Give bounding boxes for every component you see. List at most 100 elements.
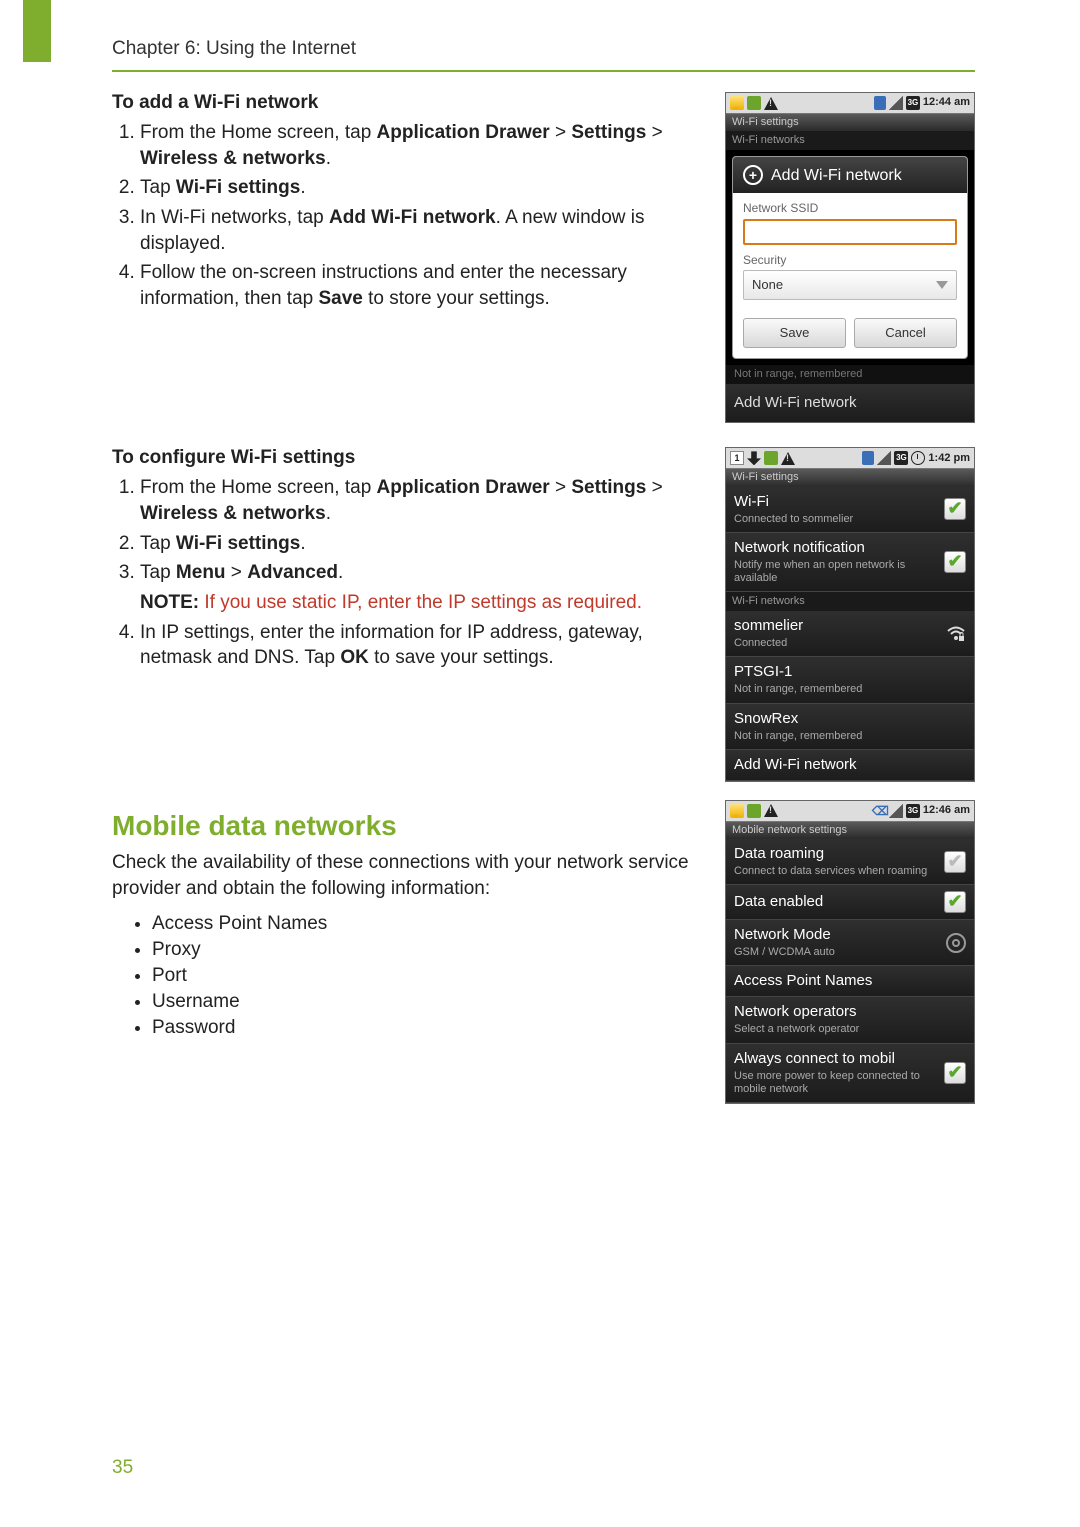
status-bar: ⌫ 3G 12:46 am — [726, 801, 974, 821]
step: In IP settings, enter the information fo… — [140, 620, 703, 671]
row-data-roaming[interactable]: Data roaming Connect to data services wh… — [726, 839, 974, 885]
signal-icon — [889, 804, 903, 818]
message-icon — [730, 804, 744, 818]
intro-text: Check the availability of these connecti… — [112, 850, 703, 903]
row-network-snowrex[interactable]: SnowRex Not in range, remembered — [726, 704, 974, 750]
info-bullet-list: Access Point Names Proxy Port Username P… — [112, 913, 703, 1039]
row-title: PTSGI-1 — [734, 663, 966, 681]
text: to save your settings. — [369, 647, 554, 668]
text: > — [550, 122, 572, 143]
text: In Wi-Fi networks, tap — [140, 207, 329, 228]
row-subtitle: Not in range, remembered — [734, 730, 966, 743]
bold: Wi-Fi settings — [176, 533, 300, 554]
screenshot-add-wifi-dialog: 3G 12:44 am Wi-Fi settings Wi-Fi network… — [725, 92, 975, 423]
text: . — [338, 562, 343, 583]
row-apn[interactable]: Access Point Names — [726, 966, 974, 997]
bold: Wi-Fi settings — [176, 177, 300, 198]
row-always-connect[interactable]: Always connect to mobil Use more power t… — [726, 1044, 974, 1103]
usb-icon — [747, 804, 761, 818]
row-title: Always connect to mobil — [734, 1050, 936, 1068]
text: . — [300, 533, 305, 554]
text: Tap — [140, 177, 176, 198]
cancel-button[interactable]: Cancel — [854, 318, 957, 348]
row-title: Network operators — [734, 1003, 966, 1021]
note: NOTE: If you use static IP, enter the IP… — [140, 590, 703, 616]
status-time: 12:46 am — [923, 804, 970, 817]
plus-icon: + — [743, 165, 763, 185]
dialog-header: + Add Wi-Fi network — [733, 157, 967, 193]
row-title: sommelier — [734, 617, 938, 635]
row-wifi-toggle[interactable]: Wi-Fi Connected to sommelier ✔ — [726, 487, 974, 533]
security-dropdown[interactable]: None — [743, 270, 957, 300]
status-bar: 1 3G 1:42 pm — [726, 448, 974, 468]
text: From the Home screen, tap — [140, 122, 377, 143]
note-leadin: NOTE: — [140, 592, 199, 613]
row-network-notification[interactable]: Network notification Notify me when an o… — [726, 533, 974, 592]
step: Tap Menu > Advanced. — [140, 560, 703, 586]
text: > — [226, 562, 248, 583]
titlebar: Mobile network settings — [726, 821, 974, 839]
bold: Application Drawer — [377, 122, 550, 143]
download-icon — [747, 451, 761, 465]
row-subtitle: Not in range, remembered — [734, 683, 966, 696]
sim-icon — [862, 451, 874, 465]
step: Tap Wi-Fi settings. — [140, 531, 703, 557]
list-item: Proxy — [152, 939, 703, 961]
checkbox-checked-icon[interactable]: ✔ — [944, 498, 966, 520]
list-item: Password — [152, 1017, 703, 1039]
page-green-tab — [23, 0, 51, 62]
list-item: Access Point Names — [152, 913, 703, 935]
ssid-input[interactable] — [743, 219, 957, 245]
ssid-label: Network SSID — [743, 201, 957, 215]
row-subtitle: Connect to data services when roaming — [734, 865, 936, 878]
text: > — [646, 477, 662, 498]
row-title: Data enabled — [734, 893, 936, 911]
text: > — [646, 122, 662, 143]
row-title: Network Mode — [734, 926, 938, 944]
row-network-sommelier[interactable]: sommelier Connected — [726, 611, 974, 657]
wifi-secure-icon — [946, 624, 966, 644]
checkbox-checked-icon[interactable]: ✔ — [944, 1062, 966, 1084]
radio-more-icon — [946, 933, 966, 953]
bold: Add Wi-Fi network — [329, 207, 496, 228]
steps-configure-wifi: From the Home screen, tap Application Dr… — [112, 475, 703, 586]
page-content: Chapter 6: Using the Internet To add a W… — [0, 0, 1080, 1104]
heading-mobile-data: Mobile data networks — [112, 810, 703, 842]
checkbox-unchecked-icon[interactable]: ✔ — [944, 851, 966, 873]
signal-icon — [877, 451, 891, 465]
bold: OK — [340, 647, 369, 668]
row-network-ptsgi[interactable]: PTSGI-1 Not in range, remembered — [726, 657, 974, 703]
dialog-title: Add Wi-Fi network — [771, 166, 902, 185]
bold: Menu — [176, 562, 226, 583]
signal-icon — [889, 96, 903, 110]
bold: Advanced — [247, 562, 338, 583]
row-title: Access Point Names — [734, 972, 966, 990]
titlebar: Wi-Fi settings — [726, 113, 974, 131]
row-network-mode[interactable]: Network Mode GSM / WCDMA auto — [726, 920, 974, 966]
row-subtitle: GSM / WCDMA auto — [734, 946, 938, 959]
network-3g-icon: 3G — [906, 804, 920, 818]
network-3g-icon: 3G — [906, 96, 920, 110]
text: Tap — [140, 533, 176, 554]
text: . — [326, 503, 331, 524]
row-subtitle: Use more power to keep connected to mobi… — [734, 1070, 936, 1096]
row-data-enabled[interactable]: Data enabled ✔ — [726, 885, 974, 920]
text: From the Home screen, tap — [140, 477, 377, 498]
bold: Save — [319, 288, 363, 309]
alarm-icon — [911, 451, 925, 465]
add-wifi-row[interactable]: Add Wi-Fi network — [726, 384, 974, 422]
titlebar: Wi-Fi settings — [726, 468, 974, 486]
save-button[interactable]: Save — [743, 318, 846, 348]
list-item: Username — [152, 991, 703, 1013]
warning-icon — [764, 804, 778, 817]
section-label: Wi-Fi networks — [726, 592, 974, 611]
row-subtitle: Select a network operator — [734, 1023, 966, 1036]
bold: Settings — [571, 122, 646, 143]
security-label: Security — [743, 253, 957, 267]
row-network-operators[interactable]: Network operators Select a network opera… — [726, 997, 974, 1043]
status-time: 1:42 pm — [928, 452, 970, 465]
row-add-wifi[interactable]: Add Wi-Fi network — [726, 750, 974, 781]
checkbox-checked-icon[interactable]: ✔ — [944, 551, 966, 573]
subhead-configure-wifi: To configure Wi-Fi settings — [112, 447, 703, 469]
checkbox-checked-icon[interactable]: ✔ — [944, 891, 966, 913]
